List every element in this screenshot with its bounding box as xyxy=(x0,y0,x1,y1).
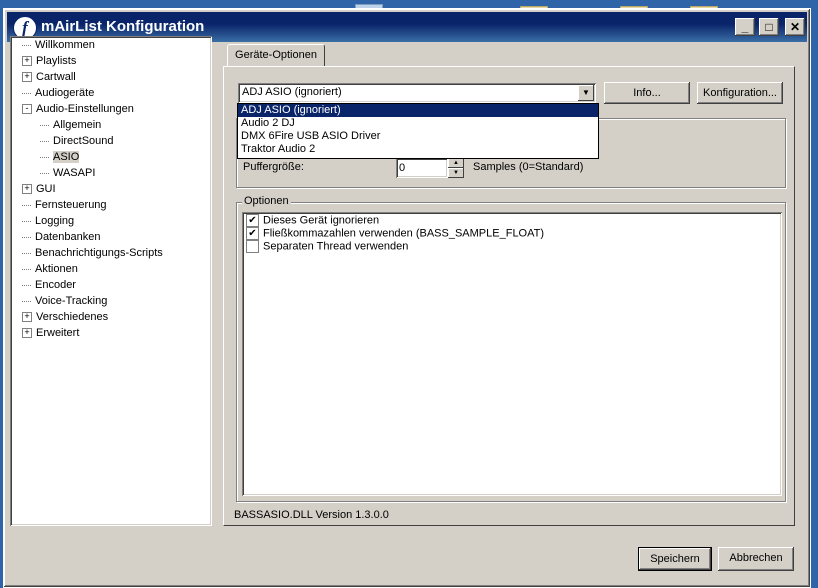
configuration-button[interactable]: Konfiguration... xyxy=(697,82,783,104)
tree-item[interactable]: Logging xyxy=(22,213,74,229)
save-button[interactable]: Speichern xyxy=(638,547,712,571)
window-title: mAirList Konfiguration xyxy=(41,18,205,35)
options-checklist[interactable]: ✔ Dieses Gerät ignorieren ✔ Fließkommazahle… xyxy=(242,212,782,496)
tree-item-label: WASAPI xyxy=(53,167,96,179)
tree-connector-icon xyxy=(22,204,31,206)
tab-geraete-optionen[interactable]: Geräte-Optionen xyxy=(227,44,325,67)
checkbox-unchecked-icon[interactable] xyxy=(246,240,259,253)
tree-item[interactable]: ASIO xyxy=(40,149,80,165)
tree-item-label: Benachrichtigungs-Scripts xyxy=(35,247,163,259)
tree-item-label: Verschiedenes xyxy=(36,311,109,323)
tree-item-label: Willkommen xyxy=(35,39,95,51)
device-option[interactable]: Traktor Audio 2 xyxy=(238,143,598,156)
tree-item[interactable]: + Verschiedenes xyxy=(22,309,108,325)
device-option[interactable]: DMX 6Fire USB ASIO Driver xyxy=(238,130,598,143)
expand-icon[interactable]: + xyxy=(22,328,32,339)
tree-connector-icon xyxy=(22,300,31,302)
expand-icon[interactable]: + xyxy=(22,312,32,323)
tree-connector-icon xyxy=(22,236,31,238)
tree-item[interactable]: + Cartwall xyxy=(22,69,76,85)
tree-item-label: Playlists xyxy=(36,55,77,67)
collapse-icon[interactable]: - xyxy=(22,104,32,115)
dropdown-arrow-icon[interactable]: ▼ xyxy=(578,85,594,101)
tree-item-label: Erweitert xyxy=(36,327,80,339)
tree-connector-icon xyxy=(40,124,49,126)
expand-icon[interactable]: + xyxy=(22,184,32,195)
option-label: Fließkommazahlen verwenden (BASS_SAMPLE_… xyxy=(263,227,545,240)
option-item[interactable]: ✔ Fließkommazahlen verwenden (BASS_SAMPLE… xyxy=(246,227,544,240)
tree-item[interactable]: + GUI xyxy=(22,181,56,197)
tree-item-label: Fernsteuerung xyxy=(35,199,107,211)
expand-icon[interactable]: + xyxy=(22,56,32,67)
tree-item-label: DirectSound xyxy=(53,135,114,147)
tree-connector-icon xyxy=(40,140,49,142)
tree-item-label: Encoder xyxy=(35,279,76,291)
tree-item-label: Cartwall xyxy=(36,71,76,83)
buffer-size-stepper[interactable]: ▲ ▼ xyxy=(448,158,464,178)
spin-down-icon[interactable]: ▼ xyxy=(448,168,464,178)
tree-item[interactable]: Benachrichtigungs-Scripts xyxy=(22,245,163,261)
tree-connector-icon xyxy=(40,156,49,158)
tree-item[interactable]: Datenbanken xyxy=(22,229,100,245)
option-label: Separaten Thread verwenden xyxy=(263,240,409,253)
options-legend: Optionen xyxy=(242,195,291,207)
tree-connector-icon xyxy=(22,284,31,286)
tree-connector-icon xyxy=(22,252,31,254)
tree-item[interactable]: Allgemein xyxy=(40,117,101,133)
tree-connector-icon xyxy=(22,220,31,222)
tree-item-label: ASIO xyxy=(53,151,80,163)
tree-item[interactable]: + Playlists xyxy=(22,53,76,69)
info-button[interactable]: Info... xyxy=(604,82,690,104)
tree-item-label: GUI xyxy=(36,183,56,195)
buffer-size-value: 0 xyxy=(399,162,406,174)
buffer-label: Puffergröße: xyxy=(243,161,304,173)
buffer-size-input[interactable]: 0 xyxy=(396,158,448,178)
tree-item-label: Audiogeräte xyxy=(35,87,95,99)
tree-item-label: Datenbanken xyxy=(35,231,101,243)
tree-item[interactable]: - Audio-Einstellungen xyxy=(22,101,134,117)
device-option[interactable]: ADJ ASIO (ignoriert) xyxy=(238,104,598,117)
option-label: Dieses Gerät ignorieren xyxy=(263,214,380,227)
tree-item[interactable]: DirectSound xyxy=(40,133,114,149)
expand-icon[interactable]: + xyxy=(22,72,32,83)
tree-item[interactable]: Aktionen xyxy=(22,261,78,277)
close-button[interactable]: ✕ xyxy=(785,18,805,36)
tree-item[interactable]: + Erweitert xyxy=(22,325,79,341)
spin-up-icon[interactable]: ▲ xyxy=(448,158,464,168)
tree-connector-icon xyxy=(22,268,31,270)
cancel-button[interactable]: Abbrechen xyxy=(718,547,794,571)
tree-item-label: Logging xyxy=(35,215,75,227)
checkbox-checked-icon[interactable]: ✔ xyxy=(246,214,259,227)
minimize-button[interactable]: _ xyxy=(735,18,755,36)
device-dropdown-list[interactable]: ADJ ASIO (ignoriert) Audio 2 DJ DMX 6Fire … xyxy=(237,103,599,159)
tree-item[interactable]: Fernsteuerung xyxy=(22,197,107,213)
tree-item[interactable]: Voice-Tracking xyxy=(22,293,107,309)
tree-item-label: Aktionen xyxy=(35,263,78,275)
settings-tree[interactable]: Willkommen + Playlists + Cartwall Audiogeräte… xyxy=(10,36,212,526)
version-label: BASSASIO.DLL Version 1.3.0.0 xyxy=(234,509,389,521)
checkbox-checked-icon[interactable]: ✔ xyxy=(246,227,259,240)
tree-item[interactable]: WASAPI xyxy=(40,165,95,181)
tree-item-label: Audio-Einstellungen xyxy=(36,103,134,115)
tree-connector-icon xyxy=(22,92,31,94)
device-select[interactable]: ADJ ASIO (ignoriert) ▼ xyxy=(238,83,596,103)
option-item[interactable]: Separaten Thread verwenden xyxy=(246,240,408,253)
tree-item-label: Allgemein xyxy=(53,119,102,131)
buffer-unit-label: Samples (0=Standard) xyxy=(473,161,584,173)
tree-connector-icon xyxy=(22,44,31,46)
tree-item[interactable]: Willkommen xyxy=(22,37,95,53)
maximize-button[interactable]: □ xyxy=(759,18,779,36)
device-option[interactable]: Audio 2 DJ xyxy=(238,117,598,130)
tree-item-label: Voice-Tracking xyxy=(35,295,108,307)
device-select-value: ADJ ASIO (ignoriert) xyxy=(242,86,342,98)
tree-item[interactable]: Encoder xyxy=(22,277,76,293)
tree-connector-icon xyxy=(40,172,49,174)
option-item[interactable]: ✔ Dieses Gerät ignorieren xyxy=(246,214,379,227)
tree-item[interactable]: Audiogeräte xyxy=(22,85,94,101)
